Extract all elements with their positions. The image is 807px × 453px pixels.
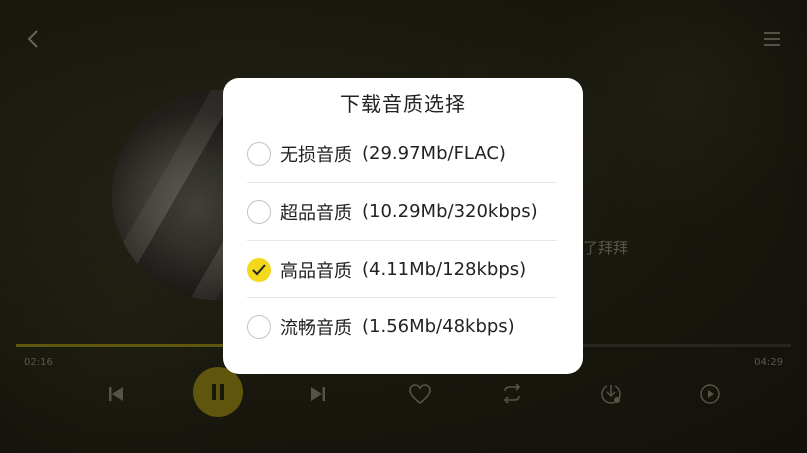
radio-button[interactable] <box>247 141 271 166</box>
option-detail: (10.29Mb/320kbps) <box>362 201 538 222</box>
option-lossless[interactable]: 无损音质 (29.97Mb/FLAC) <box>247 125 557 182</box>
check-icon <box>252 263 266 275</box>
option-detail: (29.97Mb/FLAC) <box>362 143 506 164</box>
quality-dialog: 下载音质选择 无损音质 (29.97Mb/FLAC) 超品音质 (10.29Mb… <box>223 78 583 374</box>
option-name: 流畅音质 <box>280 317 352 339</box>
radio-button[interactable] <box>247 314 271 339</box>
option-super[interactable]: 超品音质 (10.29Mb/320kbps) <box>247 183 557 240</box>
option-high[interactable]: 高品音质 (4.11Mb/128kbps) <box>247 241 557 298</box>
option-detail: (4.11Mb/128kbps) <box>362 259 527 280</box>
radio-button-checked[interactable] <box>247 257 271 282</box>
option-name: 高品音质 <box>280 260 352 282</box>
radio-button[interactable] <box>247 199 271 224</box>
option-name: 超品音质 <box>280 202 352 224</box>
dialog-title: 下载音质选择 <box>340 92 466 116</box>
option-smooth[interactable]: 流畅音质 (1.56Mb/48kbps) <box>247 298 557 355</box>
option-detail: (1.56Mb/48kbps) <box>362 316 515 337</box>
option-name: 无损音质 <box>280 144 352 166</box>
